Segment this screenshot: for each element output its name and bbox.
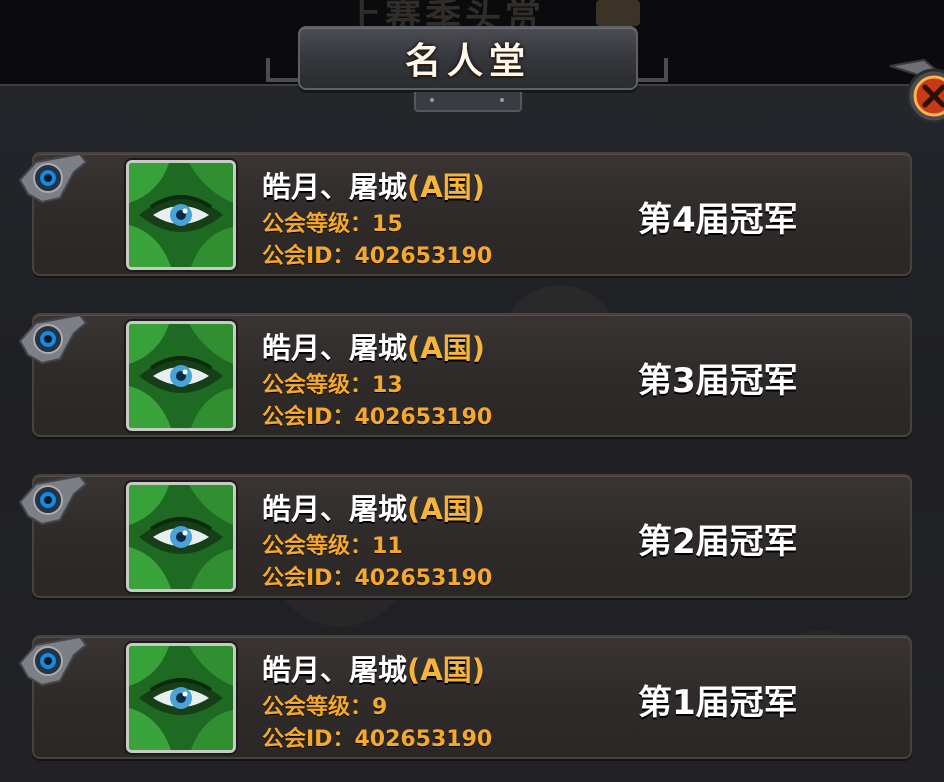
close-button[interactable]: [884, 56, 944, 132]
nation-tag: (A国): [407, 170, 485, 204]
guild-level-value: 15: [372, 212, 403, 237]
guild-id: 公会ID：402653190: [262, 560, 492, 592]
guild-id-value: 402653190: [354, 244, 493, 269]
guild-id-label: 公会ID：: [262, 566, 355, 591]
guild-avatar[interactable]: [126, 321, 236, 431]
player-name: 皓月、屠城(A国): [262, 164, 485, 206]
guild-id: 公会ID：402653190: [262, 238, 492, 270]
player-name: 皓月、屠城(A国): [262, 647, 485, 689]
gear-emblem-icon: [18, 313, 88, 365]
player-name: 皓月、屠城(A国): [262, 325, 485, 367]
guild-level-value: 11: [372, 534, 403, 559]
guild-id: 公会ID：402653190: [262, 721, 492, 753]
champion-row[interactable]: 皓月、屠城(A国) 公会等级：11 公会ID：402653190 第2届冠军: [18, 474, 912, 598]
nation-tag: (A国): [407, 492, 485, 526]
guild-level: 公会等级：9: [262, 689, 387, 721]
player-name: 皓月、屠城(A国): [262, 486, 485, 528]
player-name-text: 皓月、屠城: [262, 331, 408, 365]
guild-level-value: 9: [372, 695, 388, 720]
guild-id-label: 公会ID：: [262, 405, 355, 430]
guild-level: 公会等级：15: [262, 206, 403, 238]
championship-title: 第3届冠军: [638, 361, 798, 401]
guild-level-value: 13: [372, 373, 403, 398]
guild-avatar[interactable]: [126, 643, 236, 753]
guild-level-label: 公会等级：: [262, 373, 373, 398]
title-bracket-right: [634, 58, 668, 82]
guild-id-label: 公会ID：: [262, 244, 355, 269]
title-tab-dot: [430, 98, 434, 102]
gear-emblem-icon: [18, 635, 88, 687]
page-title: 名人堂: [404, 41, 531, 82]
championship-title: 第4届冠军: [638, 200, 798, 240]
guild-level: 公会等级：11: [262, 528, 403, 560]
green-leaf-eye-icon: [129, 324, 233, 428]
player-name-text: 皓月、屠城: [262, 170, 408, 204]
championship-title: 第1届冠军: [638, 683, 798, 723]
title-tab-dot: [500, 98, 504, 102]
title-plate: 名人堂: [298, 26, 638, 90]
guild-level-label: 公会等级：: [262, 534, 373, 559]
background-header-badge: [596, 0, 640, 26]
close-icon: [889, 58, 944, 124]
guild-id-value: 402653190: [354, 727, 493, 752]
green-leaf-eye-icon: [129, 485, 233, 589]
champion-row[interactable]: 皓月、屠城(A国) 公会等级：13 公会ID：402653190 第3届冠军: [18, 313, 912, 437]
nation-tag: (A国): [407, 331, 485, 365]
champion-row[interactable]: 皓月、屠城(A国) 公会等级：15 公会ID：402653190 第4届冠军: [18, 152, 912, 276]
guild-avatar[interactable]: [126, 482, 236, 592]
championship-title: 第2届冠军: [638, 522, 798, 562]
guild-id-value: 402653190: [354, 405, 493, 430]
guild-avatar[interactable]: [126, 160, 236, 270]
guild-id: 公会ID：402653190: [262, 399, 492, 431]
champion-row[interactable]: 皓月、屠城(A国) 公会等级：9 公会ID：402653190 第1届冠军: [18, 635, 912, 759]
player-name-text: 皓月、屠城: [262, 492, 408, 526]
guild-id-label: 公会ID：: [262, 727, 355, 752]
guild-id-value: 402653190: [354, 566, 493, 591]
hall-of-fame-screen: 上赛季头赏 名人堂 皓月、屠城(A国) 公会等级：15 公会ID：4026531…: [0, 0, 944, 782]
gear-emblem-icon: [18, 474, 88, 526]
title-tab: [414, 92, 522, 112]
guild-level-label: 公会等级：: [262, 212, 373, 237]
guild-level-label: 公会等级：: [262, 695, 373, 720]
player-name-text: 皓月、屠城: [262, 653, 408, 687]
gear-emblem-icon: [18, 152, 88, 204]
green-leaf-eye-icon: [129, 163, 233, 267]
title-bracket-left: [266, 58, 300, 82]
guild-level: 公会等级：13: [262, 367, 403, 399]
nation-tag: (A国): [407, 653, 485, 687]
green-leaf-eye-icon: [129, 646, 233, 750]
